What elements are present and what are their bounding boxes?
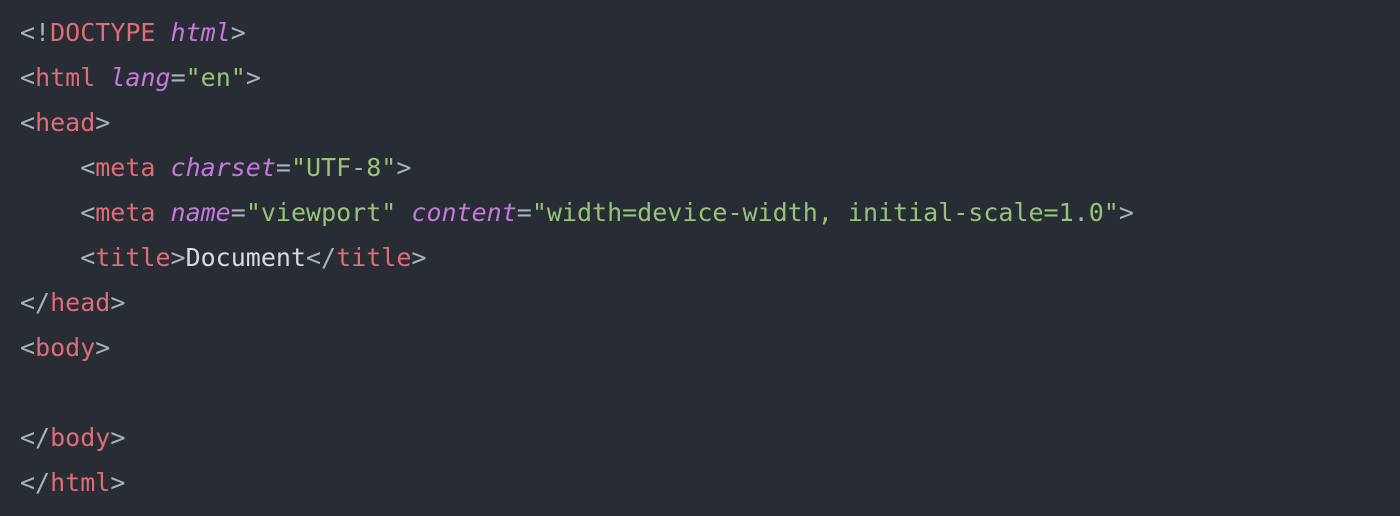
tag-head-close: head [50,288,110,317]
code-line-body-open[interactable]: <body> [20,325,1380,370]
bracket-close: > [411,243,426,272]
code-line-meta-viewport[interactable]: <meta name="viewport" content="width=dev… [20,190,1380,235]
tag-title-close: title [336,243,411,272]
bracket-close: > [1119,198,1134,227]
attr-lang: lang [110,63,170,92]
equals: = [517,198,532,227]
tag-meta: meta [95,198,155,227]
space [396,198,411,227]
bracket-close: > [231,18,246,47]
tag-meta: meta [95,153,155,182]
bracket-close: > [396,153,411,182]
title-text: Document [186,243,306,272]
bracket-open: < [80,198,95,227]
equals: = [171,63,186,92]
space [155,198,170,227]
attr-name: name [171,198,231,227]
code-line-doctype[interactable]: <!DOCTYPE html> [20,10,1380,55]
attr-val-viewport: "viewport" [246,198,397,227]
space [95,63,110,92]
bracket-open-slash: </ [20,468,50,497]
code-line-head-close[interactable]: </head> [20,280,1380,325]
bracket-open-slash: </ [20,288,50,317]
code-line-body-close[interactable]: </body> [20,415,1380,460]
attr-charset: charset [171,153,276,182]
tag-head: head [35,108,95,137]
equals: = [231,198,246,227]
bracket-open-slash: </ [20,423,50,452]
code-line-blank[interactable] [20,370,1380,415]
code-line-html-close[interactable]: </html> [20,460,1380,505]
code-line-title[interactable]: <title>Document</title> [20,235,1380,280]
tag-html-close: html [50,468,110,497]
space [155,18,170,47]
tag-title: title [95,243,170,272]
doctype-keyword: DOCTYPE [50,18,155,47]
bracket-close: > [95,108,110,137]
bracket-open-slash: </ [306,243,336,272]
tag-body: body [35,333,95,362]
attr-val-en: "en" [186,63,246,92]
bracket-close: > [95,333,110,362]
bracket-open: < [20,63,35,92]
attr-content: content [411,198,516,227]
code-line-html-open[interactable]: <html lang="en"> [20,55,1380,100]
code-line-head-open[interactable]: <head> [20,100,1380,145]
bracket-close: > [110,288,125,317]
bracket-close: > [171,243,186,272]
attr-val-utf8: "UTF-8" [291,153,396,182]
bracket-close: > [246,63,261,92]
bracket-open: < [20,333,35,362]
bracket-open: < [20,108,35,137]
bracket-open: <! [20,18,50,47]
bracket-close: > [110,423,125,452]
code-line-meta-charset[interactable]: <meta charset="UTF-8"> [20,145,1380,190]
tag-html: html [35,63,95,92]
attr-val-content: "width=device-width, initial-scale=1.0" [532,198,1119,227]
bracket-open: < [80,243,95,272]
equals: = [276,153,291,182]
tag-body-close: body [50,423,110,452]
doctype-attr: html [171,18,231,47]
space [155,153,170,182]
bracket-open: < [80,153,95,182]
bracket-close: > [110,468,125,497]
